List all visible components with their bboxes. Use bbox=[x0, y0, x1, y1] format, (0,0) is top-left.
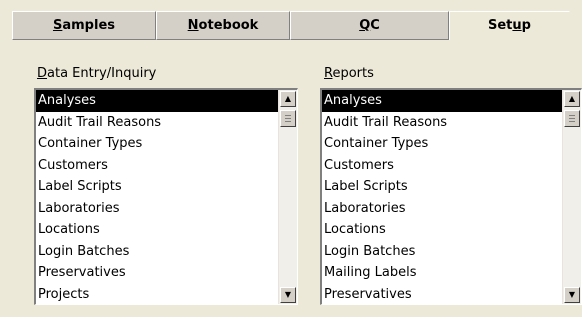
data-entry-scrollbar[interactable]: ▲ ▼ bbox=[278, 90, 297, 304]
tab-setup[interactable]: Setup bbox=[449, 11, 570, 40]
data-entry-list: Analyses Audit Trail Reasons Container Typ… bbox=[36, 90, 279, 304]
list-item[interactable]: Label Scripts bbox=[322, 176, 563, 198]
list-item[interactable]: Mailing Labels bbox=[322, 262, 563, 284]
reports-scroll-thumb[interactable] bbox=[564, 110, 580, 127]
reports-scroll-down-icon[interactable]: ▼ bbox=[564, 287, 580, 303]
list-item[interactable]: Laboratories bbox=[36, 198, 279, 220]
reports-label-text: eports bbox=[332, 66, 374, 81]
reports-scrollbar[interactable]: ▲ ▼ bbox=[562, 90, 581, 304]
reports-listbox[interactable]: Analyses Audit Trail Reasons Container Typ… bbox=[320, 88, 582, 305]
reports-label: Reports bbox=[324, 66, 374, 81]
list-item[interactable]: Projects bbox=[36, 284, 279, 305]
data-entry-listbox[interactable]: Analyses Audit Trail Reasons Container Typ… bbox=[34, 88, 298, 305]
data-entry-scroll-up-icon[interactable]: ▲ bbox=[280, 91, 296, 107]
list-item[interactable]: Login Batches bbox=[322, 241, 563, 263]
tab-qc-accel: Q bbox=[359, 18, 371, 33]
tab-setup-accel: u bbox=[512, 18, 522, 33]
tab-samples[interactable]: Samples bbox=[12, 11, 156, 40]
reports-list: Analyses Audit Trail Reasons Container Typ… bbox=[322, 90, 563, 304]
data-entry-label: Data Entry/Inquiry bbox=[37, 66, 156, 81]
tab-qc-label: C bbox=[370, 18, 380, 33]
data-entry-scroll-down-icon[interactable]: ▼ bbox=[280, 287, 296, 303]
tab-samples-accel: S bbox=[52, 18, 63, 33]
tab-notebook-label: otebook bbox=[198, 18, 259, 33]
tab-samples-label: amples bbox=[62, 18, 115, 33]
list-item[interactable]: Audit Trail Reasons bbox=[36, 112, 279, 134]
tab-notebook-accel: N bbox=[187, 18, 199, 33]
tab-qc[interactable]: QC bbox=[290, 11, 449, 40]
tab-bar: Samples Notebook QC Setup bbox=[12, 11, 570, 40]
list-item[interactable]: Customers bbox=[322, 155, 563, 177]
list-item[interactable]: Label Scripts bbox=[36, 176, 279, 198]
data-entry-label-text: ata Entry/Inquiry bbox=[47, 66, 157, 81]
list-item[interactable]: Locations bbox=[322, 219, 563, 241]
data-entry-scroll-thumb[interactable] bbox=[280, 110, 296, 127]
list-item[interactable]: Locations bbox=[36, 219, 279, 241]
list-item[interactable]: Container Types bbox=[322, 133, 563, 155]
list-item[interactable]: Laboratories bbox=[322, 198, 563, 220]
list-item[interactable]: Container Types bbox=[36, 133, 279, 155]
list-item[interactable]: Login Batches bbox=[36, 241, 279, 263]
list-item[interactable]: Preservatives bbox=[322, 284, 563, 305]
tab-notebook[interactable]: Notebook bbox=[156, 11, 290, 40]
list-item[interactable]: Analyses bbox=[322, 90, 563, 112]
tab-setup-label-pre: Set bbox=[488, 18, 513, 33]
list-item[interactable]: Audit Trail Reasons bbox=[322, 112, 563, 134]
list-item[interactable]: Customers bbox=[36, 155, 279, 177]
reports-scroll-up-icon[interactable]: ▲ bbox=[564, 91, 580, 107]
list-item[interactable]: Analyses bbox=[36, 90, 279, 112]
list-item[interactable]: Preservatives bbox=[36, 262, 279, 284]
data-entry-label-accel: D bbox=[37, 66, 48, 81]
tab-setup-label: p bbox=[521, 18, 531, 33]
